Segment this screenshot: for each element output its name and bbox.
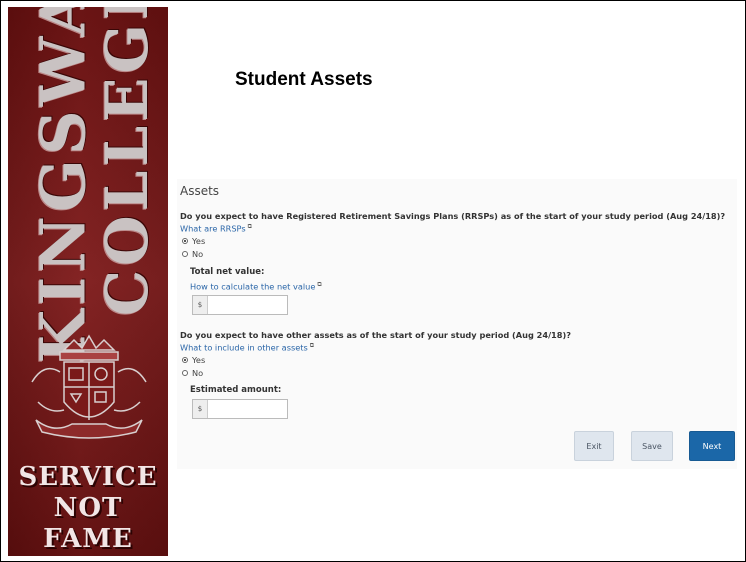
other-assets-amount-input[interactable]: [208, 400, 272, 418]
other-assets-yes-label: Yes: [192, 355, 206, 365]
rrsp-amount-input[interactable]: [208, 296, 272, 314]
other-assets-amount-field[interactable]: $: [192, 399, 288, 419]
save-button[interactable]: Save: [631, 431, 673, 461]
other-assets-help-link[interactable]: What to include in other assets ⧉: [180, 342, 314, 353]
radio-selected-icon[interactable]: [182, 357, 188, 363]
logo-text-kingsway: KINGSWAY: [26, 7, 100, 364]
radio-unselected-icon[interactable]: [182, 370, 188, 376]
rrsp-no-label: No: [192, 249, 204, 259]
other-assets-no-option[interactable]: No: [182, 368, 203, 378]
motto-line-1: SERVICE: [18, 462, 158, 492]
rrsp-help-link[interactable]: What are RRSPs ⧉: [180, 223, 252, 234]
rrsp-no-option[interactable]: No: [182, 249, 203, 259]
next-button[interactable]: Next: [689, 431, 735, 461]
estimated-amount-label: Estimated amount:: [190, 385, 282, 395]
rrsp-question: Do you expect to have Registered Retirem…: [180, 211, 726, 221]
rrsp-help-link-text[interactable]: What are RRSPs: [180, 224, 246, 234]
logo-text-college: COLLEGE: [93, 7, 161, 316]
radio-selected-icon[interactable]: [182, 238, 188, 244]
page-title: Student Assets: [235, 69, 373, 90]
net-value-help-link-text[interactable]: How to calculate the net value: [190, 282, 315, 292]
other-assets-question: Do you expect to have other assets as of…: [180, 330, 571, 340]
rrsp-yes-label: Yes: [192, 236, 206, 246]
section-title: Assets: [180, 184, 220, 198]
exit-button[interactable]: Exit: [574, 431, 614, 461]
rrsp-yes-option[interactable]: Yes: [182, 236, 205, 246]
net-value-help-link[interactable]: How to calculate the net value ⧉: [190, 281, 322, 292]
assets-form: Assets Do you expect to have Registered …: [177, 179, 737, 469]
slide-frame: KINGSWAY COLLEGE SERVICE NOT FAME Studen…: [0, 0, 746, 562]
currency-symbol: $: [193, 400, 208, 418]
external-link-icon: ⧉: [247, 223, 252, 230]
other-assets-no-label: No: [192, 368, 204, 378]
rrsp-amount-field[interactable]: $: [192, 295, 288, 315]
motto-line-3: FAME: [43, 524, 133, 554]
motto-line-2: NOT: [53, 493, 123, 523]
rrsp-total-net-value-label: Total net value:: [190, 267, 265, 277]
other-assets-yes-option[interactable]: Yes: [182, 355, 205, 365]
external-link-icon: ⧉: [317, 281, 322, 288]
college-crest-icon: [31, 334, 147, 439]
college-banner: KINGSWAY COLLEGE SERVICE NOT FAME: [8, 7, 168, 556]
external-link-icon: ⧉: [309, 342, 315, 349]
radio-unselected-icon[interactable]: [182, 251, 188, 257]
currency-symbol: $: [193, 296, 208, 314]
other-assets-help-link-text[interactable]: What to include in other assets: [180, 343, 308, 353]
